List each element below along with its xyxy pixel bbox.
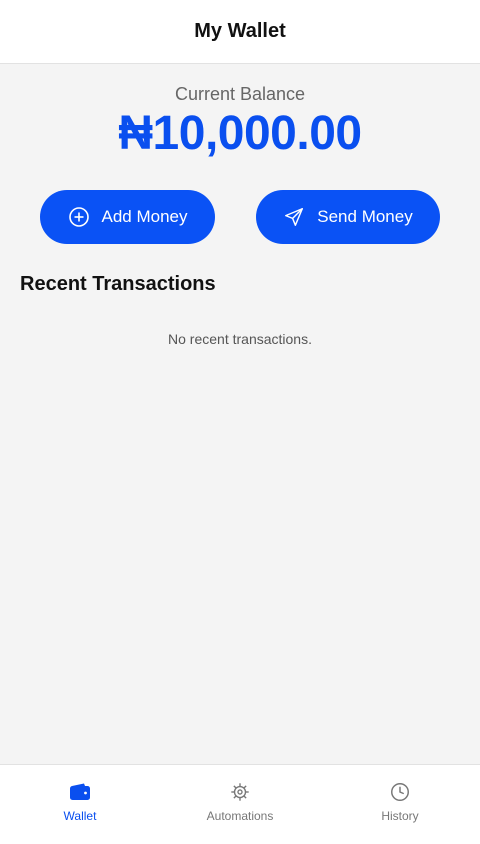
- nav-item-automations[interactable]: Automations: [160, 765, 320, 844]
- send-money-button[interactable]: Send Money: [256, 190, 440, 244]
- wallet-app: My Wallet Current Balance ₦10,000.00 Add…: [0, 0, 480, 844]
- send-icon: [283, 206, 305, 228]
- balance-label: Current Balance: [174, 84, 306, 104]
- nav-item-wallet[interactable]: Wallet: [0, 765, 160, 844]
- bottom-nav: Wallet Automations History: [0, 764, 480, 844]
- nav-item-history[interactable]: History: [320, 765, 480, 844]
- nav-label-history: History: [381, 809, 419, 823]
- app-header: My Wallet: [0, 0, 480, 64]
- gear-icon: [229, 781, 251, 803]
- add-money-button[interactable]: Add Money: [40, 190, 215, 244]
- send-money-label: Send Money: [317, 207, 413, 226]
- wallet-icon: [69, 781, 91, 803]
- add-money-label: Add Money: [101, 207, 188, 226]
- balance-amount: ₦10,000.00: [118, 107, 362, 160]
- plus-circle-icon: [68, 206, 90, 228]
- nav-label-wallet: Wallet: [63, 809, 97, 823]
- nav-label-automations: Automations: [206, 809, 274, 823]
- recent-transactions-title: Recent Transactions: [20, 273, 216, 295]
- empty-transactions-message: No recent transactions.: [168, 331, 312, 347]
- clock-icon: [389, 781, 411, 803]
- page-title: My Wallet: [194, 20, 286, 42]
